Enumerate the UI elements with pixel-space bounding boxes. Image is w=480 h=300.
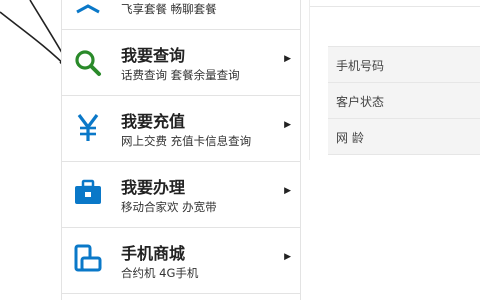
package-icon	[73, 0, 103, 16]
top-divider	[310, 6, 480, 7]
chevron-right-icon: ▶	[284, 54, 291, 64]
menu-item-sub: 话费查询 套餐余量查询	[121, 68, 240, 82]
info-row-age: 网 龄	[328, 119, 480, 155]
yen-icon	[73, 112, 103, 142]
phone-icon	[73, 244, 103, 274]
customer-info-table: 手机号码 客户状态 网 龄	[328, 46, 480, 155]
panel-divider	[309, 0, 310, 160]
info-row-phone: 手机号码	[328, 47, 480, 83]
info-label: 客户状态	[336, 95, 385, 109]
menu-item-sub: 移动合家欢 办宽带	[121, 200, 217, 214]
menu-item-package[interactable]: 飞享套餐 畅聊套餐	[62, 0, 300, 30]
chevron-right-icon: ▶	[284, 120, 291, 130]
app-screen: 飞享套餐 畅聊套餐 我要查询 话费查询 套餐余量查询 ▶ 我要充值 网上交费 充…	[0, 0, 480, 300]
menu-item-apply[interactable]: 我要办理 移动合家欢 办宽带 ▶	[62, 162, 300, 228]
service-menu: 飞享套餐 畅聊套餐 我要查询 话费查询 套餐余量查询 ▶ 我要充值 网上交费 充…	[61, 0, 301, 300]
info-row-status: 客户状态	[328, 83, 480, 119]
info-label: 手机号码	[336, 59, 385, 73]
search-icon	[73, 48, 103, 78]
menu-item-sub: 合约机 4G手机	[121, 266, 199, 280]
menu-item-title: 我要办理	[121, 178, 186, 197]
chevron-right-icon: ▶	[284, 252, 291, 262]
info-label: 网 龄	[336, 131, 364, 145]
menu-item-title: 我要充值	[121, 112, 186, 131]
menu-item-mall[interactable]: 手机商城 合约机 4G手机 ▶	[62, 228, 300, 294]
menu-item-recharge[interactable]: 我要充值 网上交费 充值卡信息查询 ▶	[62, 96, 300, 162]
menu-item-title: 我要查询	[121, 46, 186, 65]
menu-item-sub: 飞享套餐 畅聊套餐	[121, 2, 217, 16]
menu-item-query[interactable]: 我要查询 话费查询 套餐余量查询 ▶	[62, 30, 300, 96]
toolbox-icon	[73, 178, 103, 208]
menu-item-title: 手机商城	[121, 244, 186, 263]
chevron-right-icon: ▶	[284, 186, 291, 196]
menu-item-sub: 网上交费 充值卡信息查询	[121, 134, 252, 148]
